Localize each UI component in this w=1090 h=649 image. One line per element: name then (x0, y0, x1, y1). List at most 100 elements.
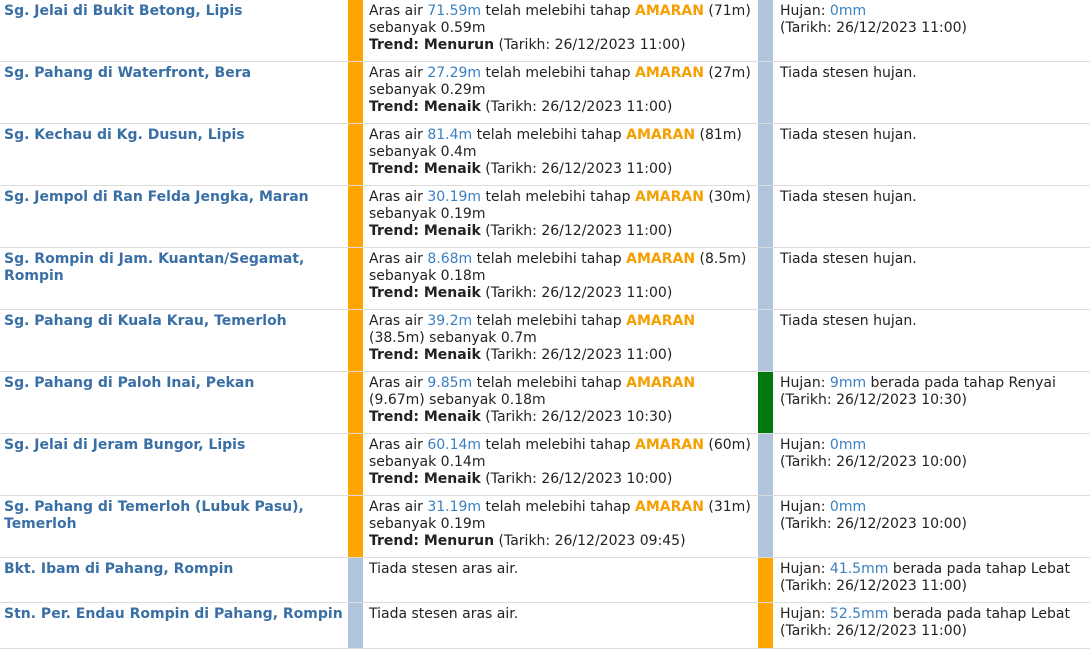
level-prefix: Aras air (369, 127, 428, 143)
warning-status: AMARAN (635, 3, 704, 19)
rain-level-text: berada pada tahap Lebat (888, 561, 1070, 577)
station-link[interactable]: Sg. Pahang di Paloh Inai, Pekan (4, 375, 344, 392)
rain-date: (Tarikh: 26/12/2023 10:00) (780, 516, 968, 532)
trend-label: Trend: Menurun (369, 533, 495, 549)
water-level-cell: Tiada stesen aras air. (369, 561, 754, 578)
level-value: 81.4m (427, 127, 473, 143)
rainfall-cell: Tiada stesen hujan. (780, 127, 1085, 144)
level-value: 27.29m (427, 65, 482, 81)
trend-label: Trend: Menaik (369, 471, 481, 487)
table-row: Sg. Pahang di Temerloh (Lubuk Pasu), Tem… (0, 496, 1090, 558)
rain-status-indicator (758, 434, 773, 495)
table-row: Sg. Jempol di Ran Felda Jengka, Maran Ar… (0, 186, 1090, 248)
rain-status-indicator (758, 496, 773, 557)
no-rain-station: Tiada stesen hujan. (780, 189, 917, 205)
water-level-cell: Aras air 8.68m telah melebihi tahap AMAR… (369, 251, 754, 302)
flood-status-table: Sg. Jelai di Bukit Betong, Lipis Aras ai… (0, 0, 1090, 649)
level-prefix: Aras air (369, 189, 428, 205)
station-link[interactable]: Sg. Kechau di Kg. Dusun, Lipis (4, 127, 344, 144)
rain-label: Hujan: (780, 375, 830, 391)
rain-value: 52.5mm (829, 606, 889, 622)
station-link[interactable]: Sg. Jempol di Ran Felda Jengka, Maran (4, 189, 344, 206)
rain-level-text: berada pada tahap Lebat (888, 606, 1070, 622)
rain-date: (Tarikh: 26/12/2023 11:00) (780, 20, 968, 36)
trend-label: Trend: Menaik (369, 223, 481, 239)
rain-date: (Tarikh: 26/12/2023 11:00) (780, 623, 968, 639)
level-prefix: Aras air (369, 375, 428, 391)
rain-status-indicator (758, 62, 773, 123)
level-value: 9.85m (427, 375, 473, 391)
level-date: (Tarikh: 26/12/2023 11:00) (480, 161, 673, 177)
level-status-indicator (348, 0, 363, 61)
no-level-station: Tiada stesen aras air. (369, 561, 519, 577)
station-link[interactable]: Sg. Pahang di Kuala Krau, Temerloh (4, 313, 344, 330)
station-link[interactable]: Sg. Pahang di Temerloh (Lubuk Pasu), Tem… (4, 499, 344, 533)
station-link[interactable]: Sg. Pahang di Waterfront, Bera (4, 65, 344, 82)
level-prefix: Aras air (369, 251, 428, 267)
table-row: Sg. Pahang di Waterfront, Bera Aras air … (0, 62, 1090, 124)
level-date: (Tarikh: 26/12/2023 11:00) (480, 347, 673, 363)
rain-value: 9mm (829, 375, 867, 391)
level-date: (Tarikh: 26/12/2023 11:00) (480, 223, 673, 239)
level-mid: telah melebihi tahap (481, 65, 636, 81)
warning-status: AMARAN (635, 65, 704, 81)
table-row: Sg. Rompin di Jam. Kuantan/Segamat, Romp… (0, 248, 1090, 310)
level-status-indicator (348, 186, 363, 247)
rainfall-cell: Tiada stesen hujan. (780, 65, 1085, 82)
warning-status: AMARAN (635, 189, 704, 205)
level-mid: telah melebihi tahap (472, 127, 627, 143)
station-link[interactable]: Sg. Jelai di Jeram Bungor, Lipis (4, 437, 344, 454)
level-prefix: Aras air (369, 499, 428, 515)
no-rain-station: Tiada stesen hujan. (780, 251, 917, 267)
no-level-station: Tiada stesen aras air. (369, 606, 519, 622)
station-link[interactable]: Bkt. Ibam di Pahang, Rompin (4, 561, 344, 578)
station-link[interactable]: Sg. Jelai di Bukit Betong, Lipis (4, 3, 344, 20)
station-link[interactable]: Stn. Per. Endau Rompin di Pahang, Rompin (4, 606, 344, 623)
rain-status-indicator (758, 186, 773, 247)
trend-label: Trend: Menaik (369, 409, 481, 425)
warning-status: AMARAN (635, 437, 704, 453)
water-level-cell: Aras air 27.29m telah melebihi tahap AMA… (369, 65, 754, 116)
water-level-cell: Aras air 81.4m telah melebihi tahap AMAR… (369, 127, 754, 178)
rainfall-cell: Hujan: 9mm berada pada tahap Renyai (Tari… (780, 375, 1085, 409)
rainfall-cell: Hujan: 0mm (Tarikh: 26/12/2023 10:00) (780, 437, 1085, 471)
level-status-indicator (348, 496, 363, 557)
level-value: 60.14m (427, 437, 482, 453)
rainfall-cell: Hujan: 0mm (Tarikh: 26/12/2023 11:00) (780, 3, 1085, 37)
water-level-cell: Aras air 9.85m telah melebihi tahap AMAR… (369, 375, 754, 426)
trend-label: Trend: Menurun (369, 37, 495, 53)
trend-label: Trend: Menaik (369, 285, 481, 301)
rain-value: 0mm (829, 437, 867, 453)
station-link[interactable]: Sg. Rompin di Jam. Kuantan/Segamat, Romp… (4, 251, 344, 285)
trend-label: Trend: Menaik (369, 161, 481, 177)
level-mid: telah melebihi tahap (472, 251, 627, 267)
trend-label: Trend: Menaik (369, 99, 481, 115)
warning-status: AMARAN (626, 375, 696, 391)
level-status-indicator (348, 62, 363, 123)
level-value: 39.2m (427, 313, 473, 329)
level-status-indicator (348, 558, 363, 602)
rain-status-indicator (758, 124, 773, 185)
level-prefix: Aras air (369, 3, 428, 19)
level-date: (Tarikh: 26/12/2023 11:00) (480, 99, 673, 115)
no-rain-station: Tiada stesen hujan. (780, 127, 917, 143)
level-status-indicator (348, 603, 363, 648)
level-mid: telah melebihi tahap (481, 437, 636, 453)
rain-status-indicator (758, 310, 773, 371)
rain-date: (Tarikh: 26/12/2023 10:00) (780, 454, 968, 470)
rain-label: Hujan: (780, 561, 830, 577)
rain-level-text: berada pada tahap Renyai (866, 375, 1056, 391)
water-level-cell: Tiada stesen aras air. (369, 606, 754, 623)
level-value: 8.68m (427, 251, 473, 267)
rain-status-indicator (758, 558, 773, 602)
no-rain-station: Tiada stesen hujan. (780, 313, 917, 329)
warning-status: AMARAN (626, 251, 696, 267)
level-status-indicator (348, 248, 363, 309)
warning-status: AMARAN (626, 313, 696, 329)
rainfall-cell: Tiada stesen hujan. (780, 251, 1085, 268)
level-exceed: (9.67m) sebanyak 0.18m (369, 392, 546, 408)
level-mid: telah melebihi tahap (481, 189, 636, 205)
level-prefix: Aras air (369, 313, 428, 329)
rain-label: Hujan: (780, 3, 830, 19)
rainfall-cell: Tiada stesen hujan. (780, 313, 1085, 330)
